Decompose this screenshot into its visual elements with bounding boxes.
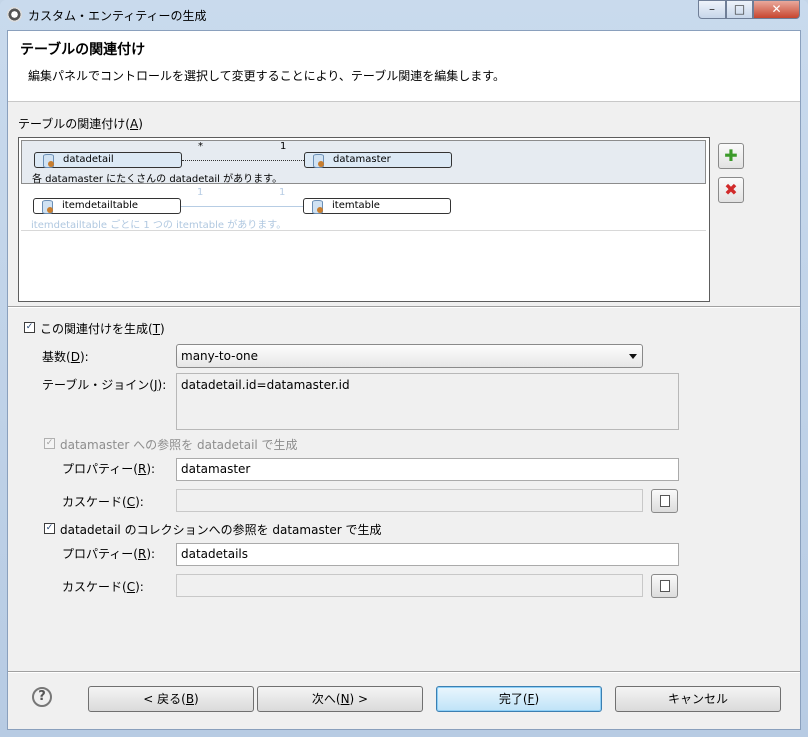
cascade-label: カスケード(C):: [62, 495, 144, 509]
association-description: itemdetailtable ごとに 1 つの itemtable があります…: [31, 220, 287, 231]
association-row[interactable]: datadetail * 1 datamaster 各 datamaster に…: [21, 140, 706, 185]
cardinality-label: 基数(D):: [42, 350, 89, 364]
property-input[interactable]: datadetails: [176, 543, 679, 566]
next-button[interactable]: 次へ(N) >: [257, 686, 423, 712]
generate-checkbox[interactable]: ✓: [24, 322, 35, 333]
browse-icon[interactable]: [651, 574, 678, 598]
entity-box-right: datamaster: [304, 152, 452, 168]
property-label: プロパティー(R):: [62, 462, 156, 476]
database-icon: [43, 154, 54, 168]
cascade-input[interactable]: [176, 489, 643, 512]
reference-label: datamaster への参照を datadetail で生成: [60, 438, 298, 452]
relationship-connector: [182, 160, 304, 161]
chevron-down-icon: [629, 354, 637, 359]
separator: [8, 306, 800, 308]
right-multiplicity: 1: [280, 141, 287, 152]
association-row[interactable]: itemdetailtable 1 1 itemtable itemdetail…: [21, 186, 706, 231]
wizard-banner: テーブルの関連付け 編集パネルでコントロールを選択して変更することにより、テーブ…: [8, 31, 800, 102]
add-icon: ✚: [724, 146, 738, 165]
property-input[interactable]: datamaster: [176, 458, 679, 481]
window-title: カスタム・エンティティーの生成: [28, 9, 207, 23]
dialog-client: テーブルの関連付け 編集パネルでコントロールを選択して変更することにより、テーブ…: [7, 30, 801, 730]
finish-button[interactable]: 完了(F): [436, 686, 602, 712]
cascade-label: カスケード(C):: [62, 580, 144, 594]
dialog-window: カスタム・エンティティーの生成 – □ ✕ テーブルの関連付け 編集パネルでコン…: [0, 0, 808, 737]
cardinality-select[interactable]: many-to-one: [176, 344, 643, 368]
entity-box-left: itemdetailtable: [33, 198, 181, 214]
delete-association-button[interactable]: ✖: [718, 177, 744, 203]
collection-reference-label: datadetail のコレクションへの参照を datamaster で生成: [60, 523, 382, 537]
page-title: テーブルの関連付け: [20, 42, 146, 58]
associations-label: テーブルの関連付け(A): [18, 117, 143, 131]
database-icon: [313, 154, 324, 168]
reference-checkbox[interactable]: ✓: [44, 438, 55, 449]
left-multiplicity: 1: [197, 187, 204, 198]
maximize-button[interactable]: □: [726, 0, 753, 19]
property-label: プロパティー(R):: [62, 547, 156, 561]
page-description: 編集パネルでコントロールを選択して変更することにより、テーブル関連を編集します。: [28, 69, 506, 83]
back-button[interactable]: < 戻る(B): [88, 686, 254, 712]
close-button[interactable]: ✕: [753, 0, 800, 19]
cascade-input[interactable]: [176, 574, 643, 597]
entity-box-right: itemtable: [303, 198, 451, 214]
database-icon: [42, 200, 53, 214]
app-icon: [7, 7, 22, 22]
generate-label: この関連付けを生成(T): [40, 322, 165, 336]
minimize-button[interactable]: –: [698, 0, 726, 19]
title-bar[interactable]: カスタム・エンティティーの生成 – □ ✕: [0, 0, 808, 30]
table-join-field[interactable]: datadetail.id=datamaster.id: [176, 373, 679, 430]
left-multiplicity: *: [198, 141, 203, 152]
help-icon[interactable]: ?: [32, 687, 52, 707]
collection-reference-checkbox[interactable]: ✓: [44, 523, 55, 534]
database-icon: [312, 200, 323, 214]
right-multiplicity: 1: [279, 187, 286, 198]
association-description: 各 datamaster にたくさんの datadetail があります。: [32, 174, 283, 185]
table-join-label: テーブル・ジョイン(J):: [42, 378, 167, 392]
relationship-connector: [181, 206, 303, 207]
separator: [8, 671, 800, 673]
association-list[interactable]: datadetail * 1 datamaster 各 datamaster に…: [18, 137, 710, 302]
cancel-button[interactable]: キャンセル: [615, 686, 781, 712]
entity-box-left: datadetail: [34, 152, 182, 168]
add-association-button[interactable]: ✚: [718, 143, 744, 169]
delete-icon: ✖: [724, 180, 738, 199]
browse-icon[interactable]: [651, 489, 678, 513]
